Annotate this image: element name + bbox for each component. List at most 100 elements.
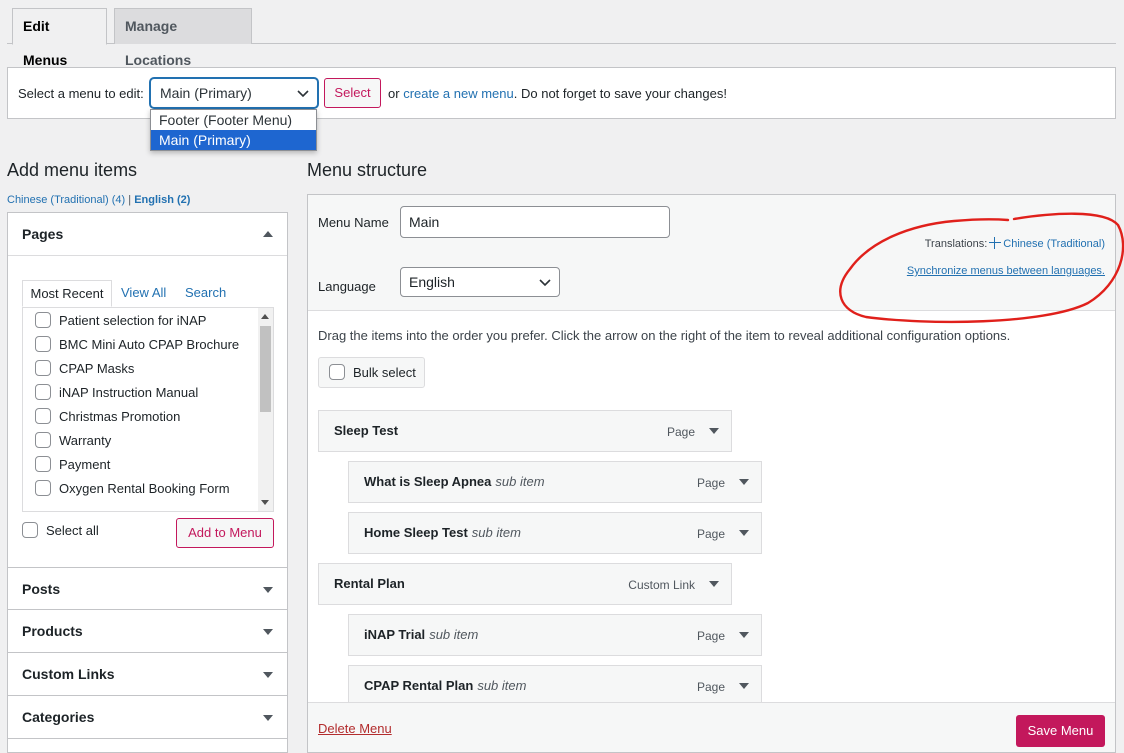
menu-item-type: Page — [696, 527, 725, 541]
bulk-select-label: Bulk select — [353, 365, 416, 380]
menu-select[interactable]: Main (Primary) — [150, 78, 318, 108]
list-item-label: iNAP Instruction Manual — [59, 385, 199, 400]
section-posts[interactable]: Posts — [7, 567, 288, 610]
list-item-label: Oxygen Rental Booking Form — [59, 481, 230, 496]
translations-label: Translations: — [924, 238, 988, 250]
select-button[interactable]: Select — [324, 78, 381, 108]
pages-title: Pages — [22, 226, 64, 242]
select-menu-label: Select a menu to edit: — [18, 86, 144, 101]
triangle-down-icon[interactable] — [739, 529, 749, 537]
list-item[interactable]: CPAP Masks — [23, 357, 273, 381]
subtab-search[interactable]: Search — [185, 280, 226, 307]
scroll-down-icon[interactable] — [261, 500, 269, 505]
list-item[interactable]: iNAP Instruction Manual — [23, 381, 273, 405]
save-menu-button[interactable]: Save Menu — [1016, 715, 1105, 747]
section-title: Custom Links — [22, 666, 115, 682]
subtab-view-all[interactable]: View All — [121, 280, 166, 307]
menu-item[interactable]: Rental Plan Custom Link — [318, 563, 732, 605]
add-menu-items-heading: Add menu items — [7, 160, 138, 180]
page-list: Patient selection for iNAP BMC Mini Auto… — [22, 307, 274, 512]
sub-item-label: sub item — [495, 474, 545, 489]
pages-header[interactable]: Pages — [8, 213, 287, 256]
menu-item-type: Page — [666, 425, 695, 439]
dropdown-option-main[interactable]: Main (Primary) — [151, 130, 316, 150]
save-hint-text: . Do not forget to save your changes! — [513, 86, 727, 101]
triangle-down-icon[interactable] — [739, 631, 749, 639]
pages-subtabs: Most Recent View All Search — [22, 280, 274, 307]
sync-menus-link[interactable]: Synchronize menus between languages. — [907, 265, 1105, 277]
instructions-text: Drag the items into the order you prefer… — [318, 328, 1011, 343]
delete-menu-link[interactable]: Delete Menu — [318, 721, 392, 736]
bulk-select-button[interactable]: Bulk select — [318, 357, 425, 388]
triangle-down-icon[interactable] — [739, 478, 749, 486]
menu-name-input[interactable]: Main — [400, 206, 670, 238]
create-menu-link[interactable]: create a new menu — [403, 86, 514, 101]
section-categories[interactable]: Categories — [7, 696, 288, 739]
menu-item-title: iNAP Trial sub item — [364, 627, 479, 642]
checkbox[interactable] — [35, 480, 51, 496]
bulk-select-checkbox[interactable] — [329, 364, 345, 380]
menu-item-title: Rental Plan — [334, 576, 405, 591]
list-item[interactable]: Patient selection for iNAP — [23, 309, 273, 333]
list-item-label: BMC Mini Auto CPAP Brochure — [59, 337, 240, 352]
menu-item-title: CPAP Rental Plan sub item — [364, 678, 527, 693]
menu-item[interactable]: What is Sleep Apnea sub item Page — [348, 461, 762, 503]
lang-separator: | — [128, 194, 132, 206]
lang-link-chinese[interactable]: Chinese (Traditional) (4) — [7, 194, 125, 206]
pages-panel: Pages Most Recent View All Search Patien… — [7, 212, 288, 568]
language-select[interactable]: English — [400, 267, 560, 297]
tab-edit-menus[interactable]: Edit Menus — [12, 8, 107, 68]
select-bar-hint: or create a new menu. Do not forget to s… — [388, 86, 727, 101]
triangle-down-icon[interactable] — [709, 427, 719, 435]
scroll-up-icon[interactable] — [261, 314, 269, 319]
dropdown-option-footer[interactable]: Footer (Footer Menu) — [151, 110, 316, 130]
menu-structure-panel: Menu Name Main Language English Translat… — [307, 194, 1124, 753]
menu-item[interactable]: CPAP Rental Plan sub item Page — [348, 665, 762, 702]
section-title: Posts — [22, 581, 61, 597]
triangle-down-icon[interactable] — [709, 580, 719, 588]
list-item-label: Patient selection for iNAP — [59, 313, 207, 328]
scroll-thumb[interactable] — [260, 326, 271, 412]
checkbox[interactable] — [35, 456, 51, 472]
checkbox[interactable] — [35, 408, 51, 424]
translation-link-chinese[interactable]: Chinese (Traditional) — [1003, 238, 1105, 250]
chevron-down-icon — [539, 279, 551, 287]
section-custom-links[interactable]: Custom Links — [7, 653, 288, 696]
menu-item[interactable]: Sleep Test Page — [318, 410, 732, 452]
checkbox[interactable] — [35, 360, 51, 376]
subtab-most-recent[interactable]: Most Recent — [22, 280, 112, 307]
menu-item[interactable]: iNAP Trial sub item Page — [348, 614, 762, 656]
page-list-scrollbar[interactable] — [258, 308, 273, 511]
triangle-down-icon — [263, 587, 273, 593]
sub-item-label: sub item — [429, 627, 479, 642]
chevron-down-icon — [297, 90, 309, 98]
sub-item-label: sub item — [471, 525, 521, 540]
checkbox[interactable] — [35, 384, 51, 400]
menu-item-type: Page — [696, 629, 725, 643]
menu-item[interactable]: Home Sleep Test sub item Page — [348, 512, 762, 554]
checkbox[interactable] — [35, 336, 51, 352]
triangle-down-icon[interactable] — [739, 682, 749, 690]
menu-structure-heading: Menu structure — [307, 160, 428, 180]
checkbox[interactable] — [35, 312, 51, 328]
menu-item-title: Home Sleep Test sub item — [364, 525, 521, 540]
list-item[interactable]: BMC Mini Auto CPAP Brochure — [23, 333, 273, 357]
add-to-menu-button[interactable]: Add to Menu — [176, 518, 274, 548]
triangle-down-icon — [263, 672, 273, 678]
checkbox[interactable] — [35, 432, 51, 448]
lang-link-english[interactable]: English (2) — [134, 194, 190, 206]
translations-row: Translations: Chinese (Traditional) — [925, 237, 1105, 250]
select-all-checkbox[interactable] — [22, 522, 38, 538]
select-all[interactable]: Select all — [22, 522, 99, 540]
list-item[interactable]: Oxygen Rental Booking Form — [23, 477, 273, 501]
list-item[interactable]: Payment — [23, 453, 273, 477]
tab-manage-locations[interactable]: Manage Locations — [114, 8, 252, 68]
menu-footer: Delete Menu Save Menu — [308, 702, 1115, 752]
plus-icon[interactable] — [989, 237, 1002, 249]
section-products[interactable]: Products — [7, 610, 288, 653]
menu-select-value: Main (Primary) — [160, 85, 252, 101]
triangle-down-icon — [263, 629, 273, 635]
list-item[interactable]: Warranty — [23, 429, 273, 453]
list-item[interactable]: Christmas Promotion — [23, 405, 273, 429]
section-title: Categories — [22, 709, 95, 725]
